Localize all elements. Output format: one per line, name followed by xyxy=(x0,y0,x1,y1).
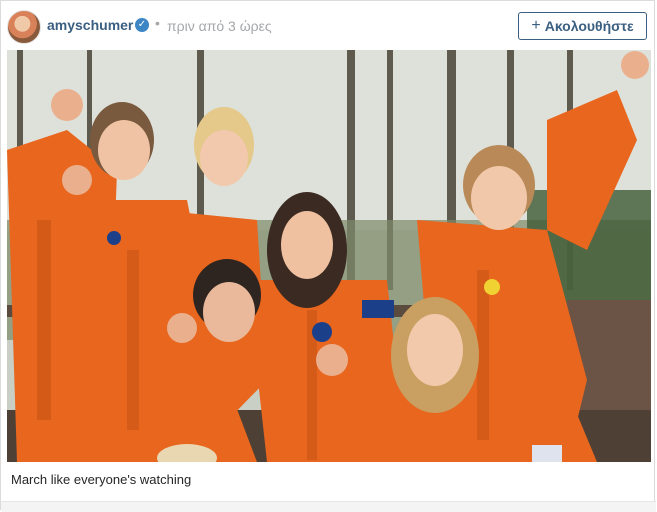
post-timestamp[interactable]: πριν από 3 ώρες xyxy=(167,18,272,34)
group-photo-illustration xyxy=(7,50,651,462)
plus-icon: + xyxy=(531,17,541,34)
comment-area-edge xyxy=(1,501,656,512)
post-card: amyschumer ✓ • πριν από 3 ώρες + Ακολουθ… xyxy=(0,0,656,512)
post-photo[interactable] xyxy=(7,50,651,462)
user-avatar[interactable] xyxy=(7,10,41,44)
username-link[interactable]: amyschumer xyxy=(47,17,133,33)
post-caption: March like everyone's watching xyxy=(11,472,192,487)
separator-dot: • xyxy=(155,15,160,31)
follow-button[interactable]: + Ακολουθήστε xyxy=(518,12,647,40)
follow-button-label: Ακολουθήστε xyxy=(544,18,634,34)
post-header: amyschumer ✓ • πριν από 3 ώρες + Ακολουθ… xyxy=(1,1,656,49)
verified-badge-icon: ✓ xyxy=(135,18,149,32)
